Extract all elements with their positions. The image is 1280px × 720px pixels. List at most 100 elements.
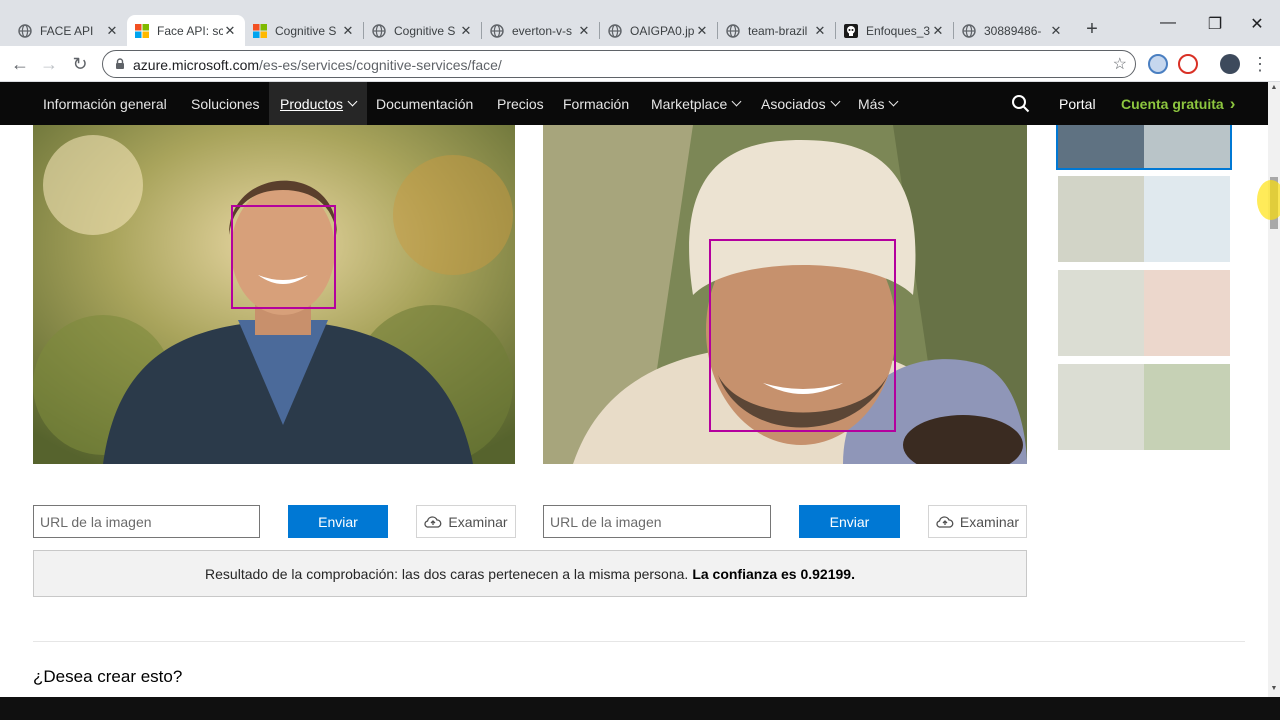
nav-item-label: Productos <box>280 95 344 112</box>
right-send-button[interactable]: Enviar <box>799 505 900 538</box>
tab-30889486[interactable]: 30889486- ✕ <box>954 15 1071 46</box>
nav-item-label: Marketplace <box>651 95 728 112</box>
new-tab-button[interactable]: + <box>1082 18 1102 40</box>
selected-thumbnail-frame <box>1056 125 1232 170</box>
nav-item-label: Asociados <box>761 95 826 112</box>
extension-icon[interactable] <box>1178 54 1198 74</box>
address-bar[interactable]: azure.microsoft.com/es-es/services/cogni… <box>102 50 1136 78</box>
url-text: azure.microsoft.com/es-es/services/cogni… <box>133 57 502 73</box>
bookmark-star-icon[interactable]: ☆ <box>1113 54 1127 74</box>
bottom-bar <box>0 697 1280 720</box>
nav-item-soluciones[interactable]: Soluciones <box>191 82 260 125</box>
thumbnail-image[interactable] <box>1058 270 1144 356</box>
tab-cognitive-services[interactable]: Cognitive S ✕ <box>245 15 363 46</box>
site-nav: Información general Soluciones Productos… <box>0 82 1268 125</box>
tab-close-icon[interactable]: ✕ <box>577 23 591 39</box>
portal-label: Portal <box>1059 95 1096 112</box>
tab-title: Cognitive S <box>394 23 456 38</box>
microsoft-logo-icon <box>135 23 149 38</box>
tab-close-icon[interactable]: ✕ <box>105 23 119 39</box>
tab-oaigpa0[interactable]: OAIGPA0.jp ✕ <box>600 15 717 46</box>
cloud-upload-icon <box>424 515 442 528</box>
nav-item-formacion[interactable]: Formación <box>563 82 629 125</box>
scroll-down-icon[interactable]: ▼ <box>1270 685 1278 693</box>
tab-close-icon[interactable]: ✕ <box>931 23 945 39</box>
face-rectangle <box>709 239 896 432</box>
nav-item-documentacion[interactable]: Documentación <box>376 82 473 125</box>
lock-icon <box>116 58 124 69</box>
tab-title: FACE API <box>40 23 94 38</box>
browser-toolbar: ← → ↻ azure.microsoft.com/es-es/services… <box>0 46 1280 82</box>
face-rectangle <box>231 205 336 309</box>
chevron-down-icon <box>830 96 841 107</box>
tab-close-icon[interactable]: ✕ <box>813 23 827 39</box>
browser-window: FACE API ✕ Face API: sc ✕ Cognitive S ✕ … <box>0 0 1280 720</box>
page-scrollbar[interactable]: ▲ ▼ <box>1268 82 1280 697</box>
thumbnail-image[interactable] <box>1144 364 1230 450</box>
scroll-up-icon[interactable]: ▲ <box>1270 84 1278 92</box>
nav-item-label: Información general <box>43 95 167 112</box>
thumbnail-image[interactable] <box>1144 270 1230 356</box>
tab-cognitive-services-2[interactable]: Cognitive S ✕ <box>364 15 481 46</box>
cloud-upload-icon <box>936 515 954 528</box>
maximize-button[interactable]: ❐ <box>1192 14 1238 44</box>
globe-icon <box>490 23 504 38</box>
chevron-right-icon: › <box>1229 93 1236 113</box>
tab-everton[interactable]: everton-v-s ✕ <box>482 15 599 46</box>
section-divider <box>33 641 1245 642</box>
chevron-down-icon <box>347 96 358 107</box>
right-browse-button[interactable]: Examinar <box>928 505 1027 538</box>
nav-item-label: Precios <box>497 95 544 112</box>
skull-icon <box>844 23 858 38</box>
tab-close-icon[interactable]: ✕ <box>459 23 473 39</box>
free-account-link[interactable]: Cuenta gratuita › <box>1121 82 1235 125</box>
nav-item-precios[interactable]: Precios <box>497 82 544 125</box>
url-path: /es-es/services/cognitive-services/face/ <box>259 57 502 73</box>
minimize-button[interactable]: — <box>1145 14 1191 44</box>
nav-item-label: Soluciones <box>191 95 260 112</box>
reload-button[interactable]: ↻ <box>69 53 91 75</box>
microsoft-logo-icon <box>253 23 267 38</box>
close-window-button[interactable]: ✕ <box>1234 14 1280 44</box>
globe-icon <box>962 23 976 38</box>
tab-face-api[interactable]: FACE API ✕ <box>10 15 127 46</box>
nav-item-mas[interactable]: Más <box>858 82 899 125</box>
thumbnail-image[interactable] <box>1058 176 1144 262</box>
verification-result: Resultado de la comprobación: las dos ca… <box>33 550 1027 597</box>
right-image-url-input[interactable] <box>543 505 771 538</box>
tab-title: OAIGPA0.jp <box>630 23 695 38</box>
tab-close-icon[interactable]: ✕ <box>223 23 237 39</box>
back-button[interactable]: ← <box>9 53 31 75</box>
tab-close-icon[interactable]: ✕ <box>341 23 355 39</box>
search-icon[interactable] <box>1011 94 1030 113</box>
nav-item-label: Formación <box>563 95 630 112</box>
left-send-button[interactable]: Enviar <box>288 505 388 538</box>
tab-title: 30889486- <box>984 23 1042 38</box>
left-browse-button[interactable]: Examinar <box>416 505 516 538</box>
result-text: Resultado de la comprobación: las dos ca… <box>205 565 689 582</box>
tab-close-icon[interactable]: ✕ <box>695 23 709 39</box>
forward-button[interactable]: → <box>38 53 60 75</box>
globe-icon <box>726 23 740 38</box>
url-host: azure.microsoft.com <box>133 57 260 73</box>
profile-avatar[interactable] <box>1220 54 1240 74</box>
chevron-down-icon <box>889 96 899 107</box>
portal-link[interactable]: Portal <box>1059 82 1096 125</box>
nav-item-marketplace[interactable]: Marketplace <box>651 82 742 125</box>
thumbnail-image[interactable] <box>1144 176 1230 262</box>
browse-label: Examinar <box>959 513 1020 530</box>
tab-enfoques[interactable]: Enfoques_3 ✕ <box>836 15 953 46</box>
globe-icon <box>372 23 386 38</box>
result-confidence: La confianza es 0.92199. <box>692 565 855 582</box>
browser-menu-icon[interactable]: ⋮ <box>1249 53 1271 75</box>
nav-item-label: Más <box>858 95 885 112</box>
nav-item-productos[interactable]: Productos <box>269 82 368 125</box>
nav-item-informacion-general[interactable]: Información general <box>43 82 167 125</box>
tab-face-api-active[interactable]: Face API: sc ✕ <box>127 15 245 46</box>
left-image-url-input[interactable] <box>33 505 260 538</box>
thumbnail-image[interactable] <box>1058 364 1144 450</box>
nav-item-asociados[interactable]: Asociados <box>761 82 841 125</box>
tab-close-icon[interactable]: ✕ <box>1049 23 1063 39</box>
extension-icon[interactable] <box>1148 54 1168 74</box>
tab-team-brazil[interactable]: team-brazil ✕ <box>718 15 835 46</box>
